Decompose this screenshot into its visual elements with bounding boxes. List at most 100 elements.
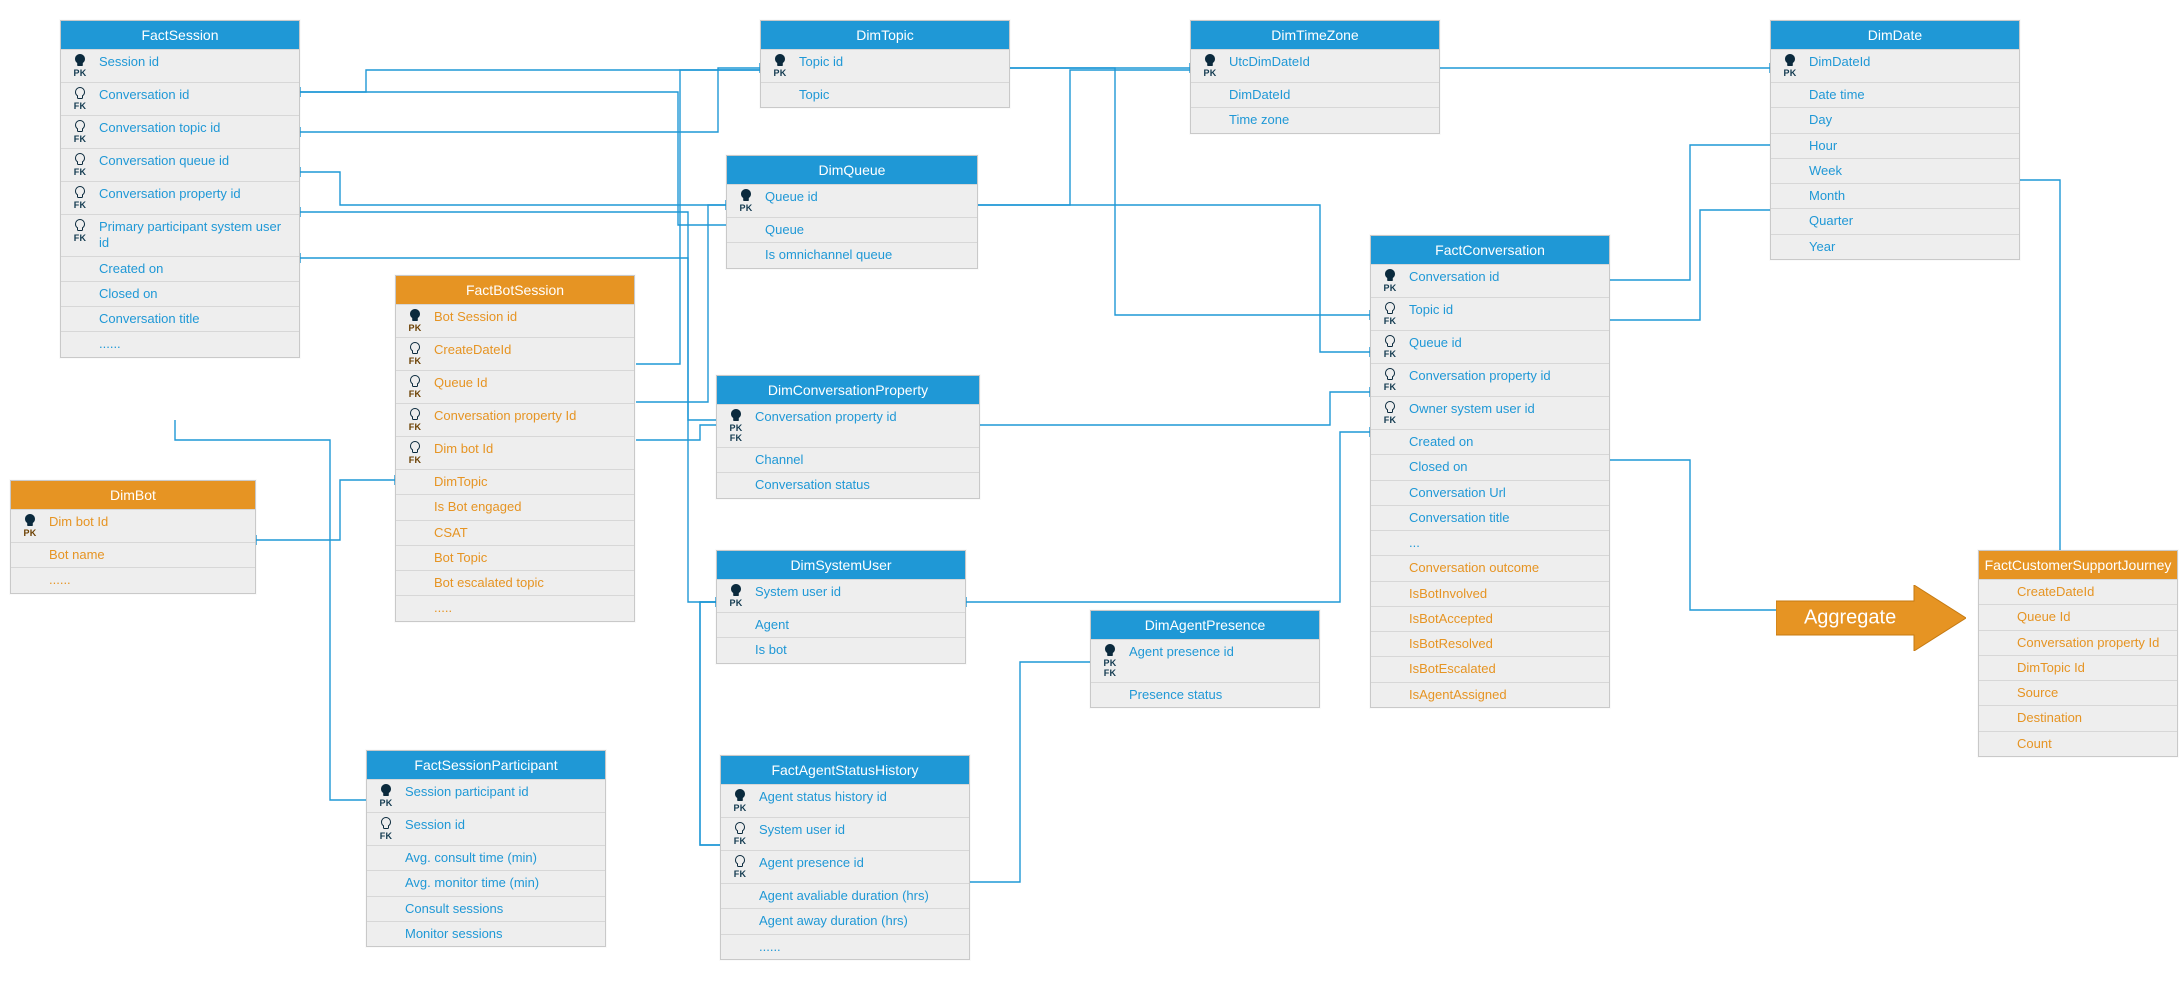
table-row: FKCreateDateId (396, 337, 634, 370)
column-name: CreateDateId (2013, 584, 2171, 600)
table-row: Avg. monitor time (min) (367, 870, 605, 895)
table-row: PKConversation id (1371, 264, 1609, 297)
key-icon (75, 219, 85, 233)
table-row: Year (1771, 234, 2019, 259)
column-name: Time zone (1225, 112, 1433, 128)
key-indicator: FK (65, 219, 95, 243)
column-name: Monitor sessions (401, 926, 599, 942)
key-icon (75, 153, 85, 167)
table-row: FKAgent presence id (721, 850, 969, 883)
column-name: Bot escalated topic (430, 575, 628, 591)
key-icon (75, 87, 85, 101)
column-name: Queue (761, 222, 971, 238)
column-name: Count (2013, 736, 2171, 752)
key-icon (735, 789, 745, 803)
table-title: FactSessionParticipant (367, 751, 605, 779)
table-row: PKUtcDimDateId (1191, 49, 1439, 82)
table-row: Conversation property Id (1979, 630, 2177, 655)
table-row: ..... (396, 595, 634, 620)
column-name: DimDateId (1805, 54, 2013, 70)
column-name: ... (1405, 535, 1603, 551)
column-name: Created on (1405, 434, 1603, 450)
column-name: Bot name (45, 547, 249, 563)
column-name: Conversation queue id (95, 153, 293, 169)
column-name: Consult sessions (401, 901, 599, 917)
column-name: Day (1805, 112, 2013, 128)
key-icon (1385, 335, 1395, 349)
table-row: Hour (1771, 133, 2019, 158)
table-row: IsBotResolved (1371, 631, 1609, 656)
column-name: Hour (1805, 138, 2013, 154)
table-title: FactBotSession (396, 276, 634, 304)
column-name: Conversation property id (1405, 368, 1603, 384)
table-row: IsBotInvolved (1371, 581, 1609, 606)
key-indicator: PKFK (1095, 644, 1125, 678)
column-name: Closed on (95, 286, 293, 302)
column-name: Dim bot Id (45, 514, 249, 530)
table-title: DimConversationProperty (717, 376, 979, 404)
table-dim-bot: DimBotPKDim bot IdBot name...... (10, 480, 256, 594)
table-row: Week (1771, 158, 2019, 183)
table-dim-date: DimDatePKDimDateIdDate timeDayHourWeekMo… (1770, 20, 2020, 260)
table-row: IsAgentAssigned (1371, 682, 1609, 707)
column-name: Conversation Url (1405, 485, 1603, 501)
column-name: Queue id (1405, 335, 1603, 351)
key-indicator: PK (371, 784, 401, 808)
column-name: UtcDimDateId (1225, 54, 1433, 70)
key-icon (1385, 368, 1395, 382)
key-indicator: PK (400, 309, 430, 333)
table-row: Conversation title (1371, 505, 1609, 530)
column-name: Agent presence id (1125, 644, 1313, 660)
column-name: Queue id (761, 189, 971, 205)
table-row: Monitor sessions (367, 921, 605, 946)
column-name: CreateDateId (430, 342, 628, 358)
column-name: IsBotResolved (1405, 636, 1603, 652)
column-name: Conversation outcome (1405, 560, 1603, 576)
column-name: Quarter (1805, 213, 2013, 229)
key-indicator: FK (400, 408, 430, 432)
table-row: Is bot (717, 637, 965, 662)
table-row: Closed on (61, 281, 299, 306)
key-indicator: FK (1375, 335, 1405, 359)
key-indicator: FK (1375, 401, 1405, 425)
column-name: DimDateId (1225, 87, 1433, 103)
column-name: Conversation property Id (430, 408, 628, 424)
table-row: Month (1771, 183, 2019, 208)
table-row: FKDim bot Id (396, 436, 634, 469)
column-name: ..... (430, 600, 628, 616)
key-icon (1205, 54, 1215, 68)
key-icon (735, 822, 745, 836)
key-icon (731, 409, 741, 423)
table-row: PKTopic id (761, 49, 1009, 82)
column-name: Owner system user id (1405, 401, 1603, 417)
table-row: CreateDateId (1979, 579, 2177, 604)
column-name: Is omnichannel queue (761, 247, 971, 263)
column-name: Conversation topic id (95, 120, 293, 136)
table-row: DimTopic (396, 469, 634, 494)
column-name: Conversation id (95, 87, 293, 103)
column-name: Year (1805, 239, 2013, 255)
column-name: Agent presence id (755, 855, 963, 871)
column-name: Queue Id (2013, 609, 2171, 625)
table-row: PKSession id (61, 49, 299, 82)
table-row: Queue (727, 217, 977, 242)
key-indicator: PK (721, 584, 751, 608)
column-name: Month (1805, 188, 2013, 204)
column-name: DimTopic (430, 474, 628, 490)
table-row: FKQueue Id (396, 370, 634, 403)
table-row: DimDateId (1191, 82, 1439, 107)
key-indicator: PK (65, 54, 95, 78)
column-name: IsBotEscalated (1405, 661, 1603, 677)
table-dim-time-zone: DimTimeZonePKUtcDimDateIdDimDateIdTime z… (1190, 20, 1440, 134)
key-indicator: FK (65, 153, 95, 177)
key-indicator: FK (1375, 368, 1405, 392)
table-row: FKQueue id (1371, 330, 1609, 363)
key-indicator: PK (1775, 54, 1805, 78)
table-title: DimSystemUser (717, 551, 965, 579)
table-row: IsBotAccepted (1371, 606, 1609, 631)
table-fact-customer-support-journey: FactCustomerSupportJourneyCreateDateIdQu… (1978, 550, 2178, 757)
table-row: PKFKAgent presence id (1091, 639, 1319, 682)
column-name: Topic id (795, 54, 1003, 70)
table-row: Is omnichannel queue (727, 242, 977, 267)
column-name: IsBotAccepted (1405, 611, 1603, 627)
